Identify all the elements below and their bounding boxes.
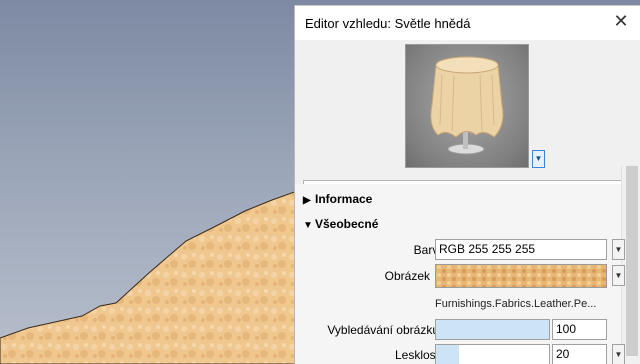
image-fade-label: Vybledávání obrázku (327, 323, 439, 337)
image-fade-slider-fill (436, 320, 549, 339)
preview-area: ▼ (295, 40, 640, 192)
collapse-down-icon: ▼ (303, 220, 313, 231)
properties-panel: ▶ Informace ▼ Všeobecné Barva RGB 255 255 … (295, 184, 625, 364)
image-fade-value[interactable]: 100 (552, 319, 607, 340)
close-button[interactable]: ✕ (611, 12, 631, 32)
color-field[interactable]: RGB 255 255 255 (435, 239, 607, 260)
appearance-editor-dialog: Editor vzhledu: Světle hnědá ✕ ▼ ▶ Inform… (294, 5, 640, 364)
glossiness-value[interactable]: 20 (552, 344, 607, 364)
scrollbar-thumb[interactable] (626, 166, 638, 356)
color-dropdown[interactable]: ▼ (612, 239, 625, 260)
glossiness-dropdown[interactable]: ▼ (612, 344, 625, 364)
glossiness-label: Lesklost (394, 348, 439, 362)
section-vseobecne-label: Všeobecné (315, 217, 379, 231)
section-informace[interactable]: ▶ Informace (303, 192, 372, 206)
preview-options-dropdown[interactable]: ▼ (532, 150, 545, 168)
image-dropdown[interactable]: ▼ (612, 265, 625, 286)
image-label: Obrázek (384, 269, 430, 283)
leather-surface (0, 189, 300, 364)
image-path: Furnishings.Fabrics.Leather.Pe... (435, 298, 597, 310)
title-bar: Editor vzhledu: Světle hnědá ✕ (295, 6, 640, 40)
leather-texture-icon (436, 265, 606, 287)
dialog-title: Editor vzhledu: Světle hnědá (305, 16, 471, 31)
image-fade-slider[interactable] (435, 319, 550, 340)
expand-right-icon: ▶ (303, 195, 311, 206)
material-preview (405, 44, 529, 168)
glossiness-slider[interactable] (435, 344, 550, 364)
draped-table-icon (430, 56, 504, 155)
image-swatch[interactable] (435, 264, 607, 288)
glossiness-slider-fill (436, 345, 459, 364)
color-label: Barva (413, 243, 445, 257)
section-informace-label: Informace (315, 192, 373, 206)
section-vseobecne[interactable]: ▼ Všeobecné (303, 217, 378, 231)
